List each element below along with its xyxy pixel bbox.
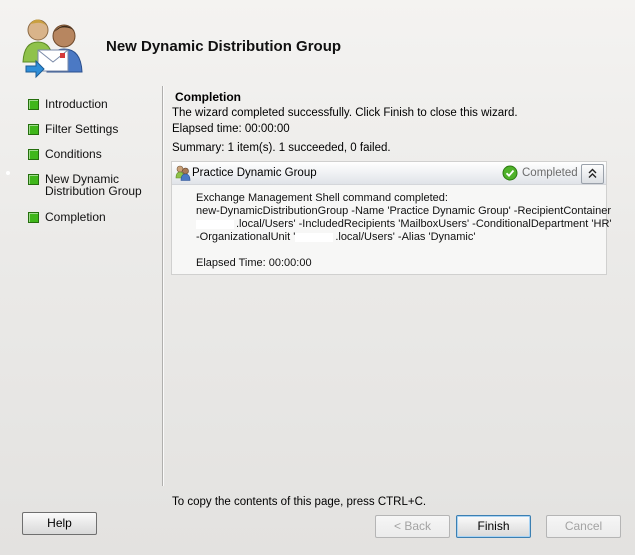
distribution-group-icon (20, 14, 88, 80)
nav-item-conditions[interactable]: Conditions (28, 146, 102, 160)
step-complete-icon (28, 149, 39, 160)
redacted-text (196, 219, 234, 229)
collapse-button[interactable] (581, 164, 604, 184)
completion-message: The wizard completed successfully. Click… (172, 107, 518, 119)
summary-text: Summary: 1 item(s). 1 succeeded, 0 faile… (172, 142, 391, 154)
green-check-icon (502, 165, 518, 181)
nav-label: Filter Settings (45, 122, 119, 136)
nav-item-introduction[interactable]: Introduction (28, 96, 108, 110)
nav-item-new-dynamic-distribution-group[interactable]: New Dynamic Distribution Group (28, 171, 142, 197)
users-icon (175, 165, 191, 181)
nav-label: Introduction (45, 97, 108, 111)
redacted-text (295, 232, 334, 242)
result-item-title: Practice Dynamic Group (192, 167, 317, 179)
detail-line: new-DynamicDistributionGroup -Name 'Prac… (196, 205, 612, 217)
cancel-button[interactable]: Cancel (546, 515, 621, 538)
nav-label: Conditions (45, 147, 102, 161)
detail-elapsed-time: Elapsed Time: 00:00:00 (196, 257, 312, 269)
help-button[interactable]: Help (22, 512, 97, 535)
nav-item-filter-settings[interactable]: Filter Settings (28, 121, 118, 135)
double-chevron-up-icon (588, 168, 597, 178)
step-complete-icon (28, 212, 39, 223)
nav-divider (162, 86, 163, 486)
back-button[interactable]: < Back (375, 515, 450, 538)
detail-line: .local/Users' -IncludedRecipients 'Mailb… (196, 218, 611, 231)
step-complete-icon (28, 174, 39, 185)
detail-line: -OrganizationalUnit ' .local/Users' -Alia… (196, 231, 476, 243)
result-details: Exchange Management Shell command comple… (196, 192, 611, 270)
detail-line: Exchange Management Shell command comple… (196, 192, 448, 204)
current-step-indicator (6, 171, 10, 175)
nav-item-completion[interactable]: Completion (28, 209, 106, 223)
nav-label: New Dynamic Distribution Group (45, 172, 142, 198)
result-panel-header: Practice Dynamic Group Completed (172, 162, 606, 185)
wizard-title: New Dynamic Distribution Group (106, 38, 342, 55)
elapsed-time: Elapsed time: 00:00:00 (172, 123, 290, 135)
section-heading: Completion (175, 90, 241, 104)
copy-hint: To copy the contents of this page, press… (172, 496, 427, 508)
result-panel: Practice Dynamic Group Completed Exchang… (171, 161, 611, 275)
step-complete-icon (28, 99, 39, 110)
status-label: Completed (522, 167, 578, 179)
finish-button[interactable]: Finish (456, 515, 531, 538)
step-complete-icon (28, 124, 39, 135)
nav-label: Completion (45, 210, 106, 224)
